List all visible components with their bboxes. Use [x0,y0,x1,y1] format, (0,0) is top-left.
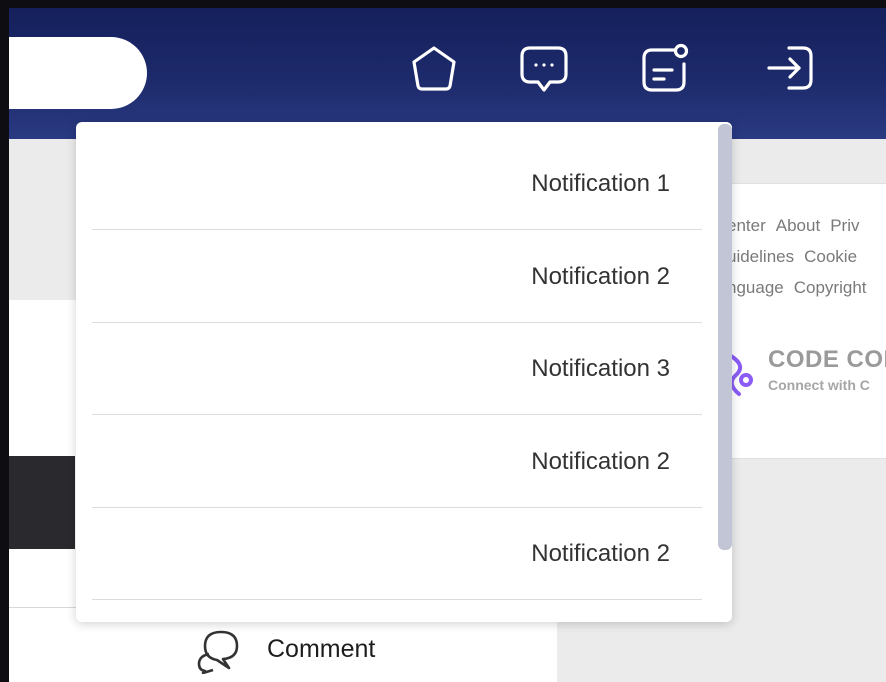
notification-item[interactable]: Notification 2 [92,416,702,508]
notification-item[interactable]: Notification 1 [92,138,702,230]
brand-tagline: Connect with C [768,377,870,393]
footer-link[interactable]: Priv [830,216,859,235]
top-navigation-bar [9,8,886,139]
notification-item[interactable]: Notification 3 [92,323,702,415]
comment-label: Comment [267,634,376,663]
chat-icon[interactable] [514,38,574,98]
notifications-dropdown: Notification 1 Notification 2 Notificati… [76,122,732,622]
comment-icon [197,630,239,674]
footer-link[interactable]: About [776,216,820,235]
scrollbar-thumb[interactable] [718,124,732,550]
footer-link[interactable]: Cookie [804,247,857,266]
footer-link[interactable]: enter [727,216,766,235]
footer-links-row-1: enter About Priv [727,216,869,236]
scrollbar-track[interactable] [718,122,732,622]
login-icon[interactable] [761,38,821,98]
footer-links-row-3: nguage Copyright [727,278,877,298]
footer-links-row-2: uidelines Cookie [727,247,867,267]
footer-link[interactable]: nguage [727,278,784,297]
brand-name: CODE CON [768,346,886,373]
post-media [9,456,75,549]
footer-link[interactable]: uidelines [727,247,794,266]
notification-icon[interactable] [634,38,694,98]
sidebar-footer: enter About Priv uidelines Cookie nguage Cop… [721,183,886,459]
search-input[interactable] [9,37,147,109]
notification-item[interactable]: Notification 2 [92,508,702,600]
notification-item[interactable]: Notification 2 [92,231,702,323]
footer-link[interactable]: Copyright [794,278,867,297]
notification-label: Notification 1 [531,169,670,197]
notification-label: Notification 2 [531,447,670,475]
notification-label: Notification 2 [531,262,670,290]
notification-label: Notification 3 [531,354,670,382]
home-icon[interactable] [404,38,464,98]
comment-button[interactable]: Comment [195,624,375,674]
notification-label: Notification 2 [531,539,670,567]
